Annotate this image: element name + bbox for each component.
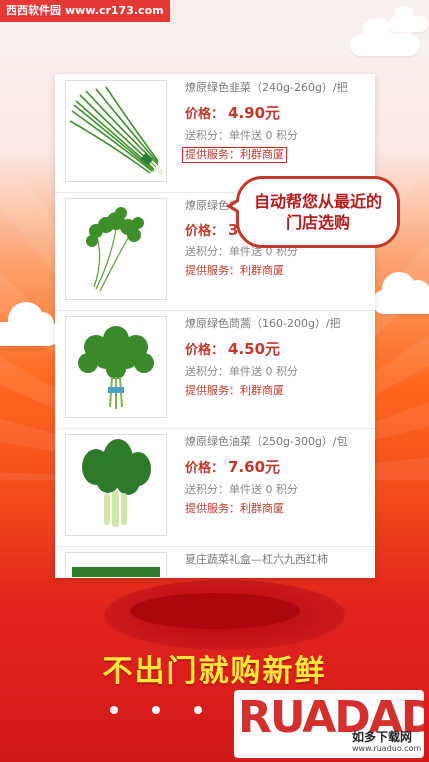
product-name: 燎原绿色韭菜（240g-260g）/把 [185, 81, 348, 94]
tomato-box-image [65, 552, 167, 578]
product-name: 燎原绿色油菜（250g-300g）/包 [185, 435, 348, 448]
cloud-decoration [0, 302, 60, 346]
watermark-logo: RUADADO 如多下载网 www.ruaduo.com [234, 690, 424, 758]
watermark-cn: 如多下载网 [352, 730, 413, 744]
podium-inner [130, 593, 300, 629]
price-label: 价格： [185, 461, 225, 476]
cloud-decoration [350, 18, 420, 56]
bok-choy-image [65, 434, 167, 536]
page-dot[interactable] [110, 706, 118, 714]
page-dot[interactable] [152, 706, 160, 714]
cloud-decoration [372, 272, 429, 314]
points-text: 送积分：单件送 0 积分 [185, 483, 298, 496]
product-name: 夏庄蔬菜礼盒—杠六九西红柿 [185, 553, 328, 566]
service-provider: 提供服务：利群商厦 [185, 264, 284, 277]
service-provider: 提供服务：利群商厦 [185, 384, 284, 397]
product-card[interactable]: 燎原绿色茼蒿（160-200g）/把 价格： 4.50元 送积分：单件送 0 积… [55, 310, 375, 429]
price-label: 价格： [185, 224, 225, 239]
cilantro-image [65, 198, 167, 300]
price-value: 7.60元 [228, 458, 281, 476]
cloud-decoration [388, 6, 428, 32]
product-name: 燎原绿色茼蒿（160-200g）/把 [185, 317, 341, 330]
speech-bubble: 自动帮您从最近的门店选购 [236, 176, 400, 248]
watermark-site: 西西软件园 [6, 4, 61, 17]
price-value: 4.90元 [228, 104, 281, 122]
points-text: 送积分：单件送 0 积分 [185, 365, 298, 378]
bubble-tail-inner [232, 199, 243, 213]
watermark-url: www.cr173.com [65, 4, 164, 17]
crown-daisy-image [65, 316, 167, 418]
product-card[interactable]: 燎原绿色油菜（250g-300g）/包 价格： 7.60元 送积分：单件送 0 … [55, 428, 375, 547]
page-dot[interactable] [194, 706, 202, 714]
watermark-top: 西西软件园 www.cr173.com [0, 0, 170, 22]
points-text: 送积分：单件送 0 积分 [185, 129, 298, 142]
product-list-screen: 燎原绿色韭菜（240g-260g）/把 价格： 4.90元 送积分：单件送 0 … [55, 74, 375, 578]
chives-image [65, 80, 167, 182]
price-value: 4.50元 [228, 340, 281, 358]
product-card[interactable]: 夏庄蔬菜礼盒—杠六九西红柿 [55, 546, 375, 578]
service-provider: 提供服务：利群商厦 [185, 502, 284, 515]
price-label: 价格： [185, 343, 225, 358]
service-provider: 提供服务：利群商厦 [182, 147, 287, 163]
page-indicator [110, 706, 202, 714]
watermark-url-bottom: www.ruaduo.com [352, 744, 422, 753]
price-label: 价格： [185, 107, 225, 122]
slogan-text: 不出门就购新鲜 [102, 654, 327, 689]
